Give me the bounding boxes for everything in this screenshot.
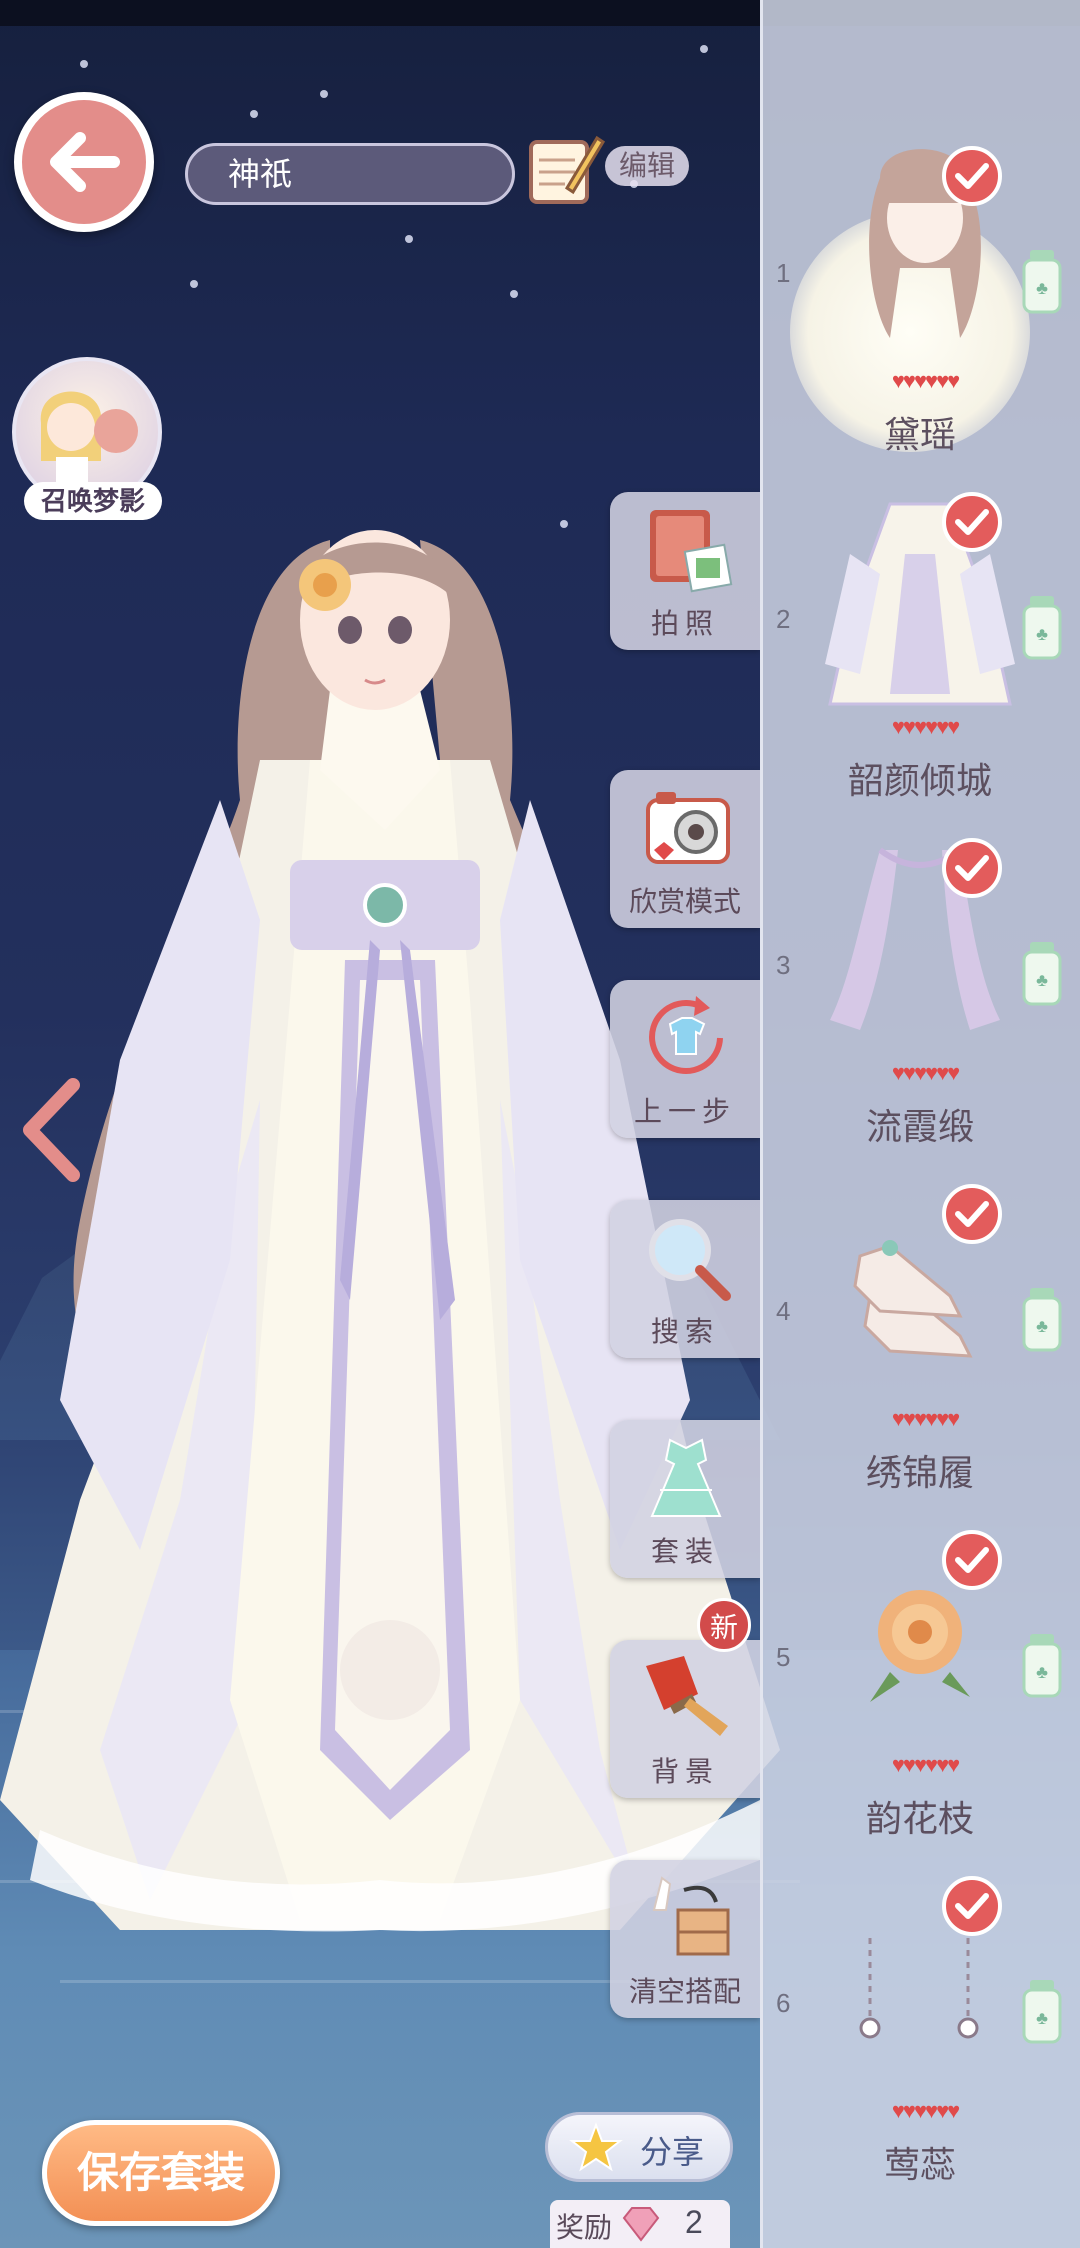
equipped-check-icon [942,146,1002,206]
photo-button[interactable]: 拍照 [610,492,760,650]
clear-outfit-button[interactable]: 清空搭配 [610,1860,760,2018]
dye-bottle-icon[interactable]: ♣ [1022,248,1062,314]
rating-hearts: ♥♥♥♥♥♥ [891,1060,960,1085]
equipped-check-icon [942,492,1002,552]
equipped-check-icon [942,1184,1002,1244]
photo-label: 拍照 [650,608,719,639]
star [80,60,88,68]
rating-hearts: ♥♥♥♥♥♥ [891,2098,960,2123]
view-mode-button[interactable]: 欣赏模式 [610,770,760,928]
reward-info: 奖励 2 [550,2200,730,2248]
view-mode-label: 欣赏模式 [628,886,741,917]
star [700,45,708,53]
share-label: 分享 [640,2134,705,2170]
summon-label: 召唤梦影 [24,482,162,520]
rating-hearts: ♥♥♥♥♥♥ [891,1752,960,1777]
equipped-check-icon [942,838,1002,898]
item-name: 流霞缎 [865,1106,974,1147]
item-index: 6 [776,1988,791,2018]
dye-bottle-icon[interactable]: ♣ [1022,1978,1062,2044]
item-index: 1 [776,258,791,288]
star [250,110,258,118]
dress-icon [650,1438,722,1517]
undo-button[interactable]: 上一步 [610,980,760,1138]
search-button[interactable]: 搜索 [610,1200,760,1358]
undo-shirt-icon [649,996,723,1074]
dye-bottle-icon[interactable]: ♣ [1022,594,1062,660]
item-index: 3 [776,950,791,980]
rating-hearts: ♥♥♥♥♥♥ [891,1406,960,1431]
reward-count: 2 [685,2204,703,2240]
clear-box-icon [652,1876,730,1956]
item-slot[interactable]: 3 ♣ ♥♥♥♥♥♥ 流霞缎 [760,838,1080,1185]
item-slot[interactable]: 2 ♣ ♥♥♥♥♥♥ 韶颜倾城 [760,492,1080,839]
item-name: 莺蕊 [883,2144,956,2185]
item-name: 黛瑶 [883,414,956,455]
clear-outfit-label: 清空搭配 [628,1976,741,2007]
arrow-left-icon [50,132,120,192]
camera-icon [646,792,730,864]
item-index: 5 [776,1642,791,1672]
gem-icon [622,2207,660,2242]
outfit-name-field[interactable]: 神祇 [185,143,515,205]
new-badge: 新 [697,1598,751,1652]
dye-bottle-icon[interactable]: ♣ [1022,1286,1062,1352]
svg-text:♣: ♣ [1036,1662,1048,1682]
star-icon [569,2122,623,2172]
background-label: 背景 [650,1756,719,1787]
svg-text:♣: ♣ [1036,1316,1048,1336]
svg-text:♣: ♣ [1036,2008,1048,2028]
item-name: 韵花枝 [865,1798,974,1839]
edit-button[interactable]: 编辑 [605,146,689,186]
item-name: 韶颜倾城 [847,760,992,801]
star [320,90,328,98]
edit-pencil-icon[interactable] [525,128,605,208]
item-name: 绣锦履 [865,1452,974,1493]
dye-bottle-icon[interactable]: ♣ [1022,1632,1062,1698]
back-button[interactable] [14,92,154,232]
item-slot[interactable]: 5 ♣ ♥♥♥♥♥♥ 韵花枝 [760,1530,1080,1877]
save-outfit-button[interactable]: 保存套装 [42,2120,280,2226]
svg-text:♣: ♣ [1036,278,1048,298]
photo-album-icon [650,510,733,593]
previous-arrow-icon[interactable] [18,1075,88,1185]
equipped-check-icon [942,1530,1002,1590]
reward-label: 奖励 [556,2212,613,2243]
background-button[interactable]: 背景 [610,1640,760,1798]
share-button[interactable]: 分享 [545,2112,733,2182]
item-index: 2 [776,604,791,634]
paint-brush-icon [646,1656,728,1736]
rating-hearts: ♥♥♥♥♥♥ [891,368,960,393]
suit-label: 套装 [650,1536,719,1567]
item-slot[interactable]: 1 ♣ ♥♥♥♥♥♥ 黛瑶 [760,146,1080,493]
star [510,290,518,298]
item-index: 4 [776,1296,791,1326]
item-slot[interactable]: 6 ♣ ♥♥♥♥♥♥ 莺蕊 [760,1876,1080,2223]
rating-hearts: ♥♥♥♥♥♥ [891,714,960,739]
suit-button[interactable]: 套装 [610,1420,760,1578]
undo-label: 上一步 [633,1096,736,1127]
summon-dream-shadow-button[interactable]: 召唤梦影 [12,357,167,520]
magnifier-icon [649,1219,731,1301]
equipped-check-icon [942,1876,1002,1936]
star [405,235,413,243]
svg-text:♣: ♣ [1036,970,1048,990]
svg-text:♣: ♣ [1036,624,1048,644]
search-label: 搜索 [650,1316,719,1347]
item-slot[interactable]: 4 ♣ ♥♥♥♥♥♥ 绣锦履 [760,1184,1080,1531]
dye-bottle-icon[interactable]: ♣ [1022,940,1062,1006]
star [190,280,198,288]
